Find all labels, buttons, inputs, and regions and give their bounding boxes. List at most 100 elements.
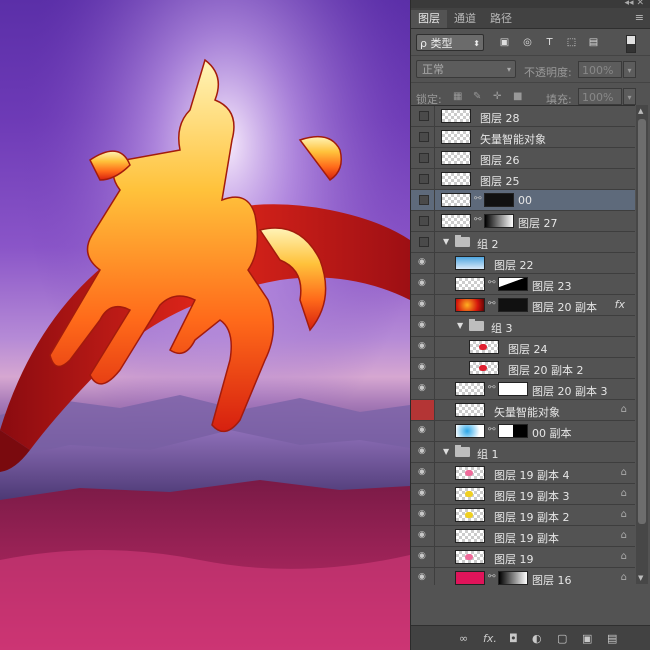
mask-link-icon[interactable]: ⚯: [488, 425, 496, 435]
layer-scrollbar[interactable]: ▲ ▼: [636, 105, 648, 584]
layer-thumbnail[interactable]: [455, 550, 485, 564]
layer-mask-thumbnail[interactable]: [498, 277, 528, 291]
layer-thumbnail[interactable]: [455, 424, 485, 438]
mask-link-icon[interactable]: ⚯: [488, 572, 496, 582]
trash-icon[interactable]: ▤: [607, 632, 617, 645]
layer-row[interactable]: 图层 20 副本 2: [411, 358, 635, 379]
layer-row[interactable]: ⚯ 00 副本: [411, 421, 635, 442]
layer-group-row[interactable]: ▼ 组 2: [411, 232, 635, 253]
mask-link-icon[interactable]: ⚯: [488, 278, 496, 288]
visibility-eye-icon[interactable]: [411, 400, 435, 420]
visibility-eye-icon[interactable]: [411, 484, 435, 504]
layer-row[interactable]: ⚯ 图层 27: [411, 211, 635, 232]
adjustment-filter-icon[interactable]: ◎: [522, 37, 533, 48]
layer-row[interactable]: 图层 19 副本 ⌂: [411, 526, 635, 547]
visibility-eye-icon[interactable]: [411, 337, 435, 357]
layer-row[interactable]: 图层 22: [411, 253, 635, 274]
layer-row[interactable]: ⚯ 00: [411, 190, 635, 211]
fill-dropdown-icon[interactable]: ▾: [623, 88, 636, 105]
layer-row[interactable]: ⚯ 图层 20 副本 fx: [411, 295, 635, 316]
tab-layers[interactable]: 图层: [411, 10, 447, 28]
visibility-eye-icon[interactable]: [411, 274, 435, 294]
layer-name[interactable]: 矢量智能对象: [480, 131, 546, 147]
layer-name[interactable]: 图层 24: [508, 341, 548, 357]
layer-name[interactable]: 图层 19: [494, 551, 534, 567]
scrollbar-thumb[interactable]: [638, 119, 646, 524]
layer-thumbnail[interactable]: [441, 109, 471, 123]
visibility-eye-icon[interactable]: [411, 547, 435, 567]
layer-name[interactable]: 图层 22: [494, 257, 534, 273]
visibility-eye-icon[interactable]: [411, 148, 435, 168]
type-filter-icon[interactable]: T: [544, 37, 555, 48]
add-mask-icon[interactable]: ◘: [509, 632, 518, 645]
layer-name[interactable]: 图层 25: [480, 173, 520, 189]
layer-name[interactable]: 组 1: [477, 446, 499, 462]
smart-object-filter-icon[interactable]: ▤: [588, 37, 599, 48]
new-group-icon[interactable]: ▢: [557, 632, 567, 645]
layer-group-row[interactable]: ▼ 组 3: [411, 316, 635, 337]
close-icon[interactable]: ✕: [636, 0, 644, 8]
layer-row[interactable]: 矢量智能对象: [411, 127, 635, 148]
layer-name[interactable]: 组 2: [477, 236, 499, 252]
layer-name[interactable]: 图层 19 副本: [494, 530, 559, 546]
pixel-filter-icon[interactable]: ▣: [499, 37, 510, 48]
visibility-eye-icon[interactable]: [411, 295, 435, 315]
layer-thumbnail[interactable]: [441, 151, 471, 165]
layer-thumbnail[interactable]: [455, 403, 485, 417]
visibility-eye-icon[interactable]: [411, 211, 435, 231]
layer-mask-thumbnail[interactable]: [498, 424, 528, 438]
lock-position-icon[interactable]: ✛: [493, 91, 501, 102]
visibility-eye-icon[interactable]: [411, 127, 435, 147]
layer-name[interactable]: 图层 23: [532, 278, 572, 294]
layer-name[interactable]: 图层 19 副本 3: [494, 488, 570, 504]
visibility-eye-icon[interactable]: [411, 316, 435, 336]
collapse-icon[interactable]: ◂◂ ✕: [625, 0, 644, 8]
layer-row[interactable]: 图层 19 副本 3 ⌂: [411, 484, 635, 505]
layer-name[interactable]: 图层 27: [518, 215, 558, 231]
layer-row[interactable]: ⚯ 图层 23: [411, 274, 635, 295]
tab-paths[interactable]: 路径: [483, 10, 519, 28]
layer-mask-thumbnail[interactable]: [498, 382, 528, 396]
layer-row[interactable]: 图层 26: [411, 148, 635, 169]
visibility-eye-icon[interactable]: [411, 421, 435, 441]
layer-mask-thumbnail[interactable]: [498, 571, 528, 585]
panel-menu-icon[interactable]: ≡: [635, 11, 644, 24]
layer-mask-thumbnail[interactable]: [498, 298, 528, 312]
layer-row[interactable]: 图层 28: [411, 106, 635, 127]
layer-thumbnail[interactable]: [455, 382, 485, 396]
fill-input[interactable]: 100%: [578, 88, 622, 105]
layer-name[interactable]: 图层 26: [480, 152, 520, 168]
layer-name[interactable]: 图层 28: [480, 110, 520, 126]
layer-thumbnail[interactable]: [455, 256, 485, 270]
new-layer-icon[interactable]: ▣: [582, 632, 592, 645]
lock-image-icon[interactable]: ✎: [473, 91, 481, 102]
layer-row[interactable]: 图层 19 副本 2 ⌂: [411, 505, 635, 526]
expand-triangle-icon[interactable]: ▼: [443, 447, 449, 456]
layer-row[interactable]: 图层 19 ⌂: [411, 547, 635, 568]
layer-thumbnail[interactable]: [441, 193, 471, 207]
fx-icon[interactable]: fx.: [483, 632, 497, 645]
link-layers-icon[interactable]: ∞: [459, 632, 468, 645]
layer-thumbnail[interactable]: [441, 130, 471, 144]
layer-group-row[interactable]: ▼ 组 1: [411, 442, 635, 463]
filter-toggle[interactable]: [626, 35, 636, 53]
layer-thumbnail[interactable]: [469, 361, 499, 375]
layer-name[interactable]: 00 副本: [532, 425, 572, 441]
layer-thumbnail[interactable]: [455, 508, 485, 522]
expand-triangle-icon[interactable]: ▼: [443, 237, 449, 246]
document-canvas[interactable]: [0, 0, 410, 650]
layer-thumbnail[interactable]: [455, 571, 485, 585]
layer-thumbnail[interactable]: [441, 214, 471, 228]
lock-transparent-icon[interactable]: ▦: [453, 91, 462, 102]
layer-thumbnail[interactable]: [455, 298, 485, 312]
visibility-eye-icon[interactable]: [411, 526, 435, 546]
scroll-up-icon[interactable]: ▲: [638, 107, 643, 115]
layer-thumbnail[interactable]: [455, 487, 485, 501]
layer-name[interactable]: 图层 20 副本 2: [508, 362, 584, 378]
layer-name[interactable]: 图层 19 副本 2: [494, 509, 570, 525]
visibility-eye-icon[interactable]: [411, 463, 435, 483]
layer-name[interactable]: 组 3: [491, 320, 513, 336]
mask-link-icon[interactable]: ⚯: [488, 299, 496, 309]
layer-thumbnail[interactable]: [469, 340, 499, 354]
visibility-eye-icon[interactable]: [411, 568, 435, 585]
